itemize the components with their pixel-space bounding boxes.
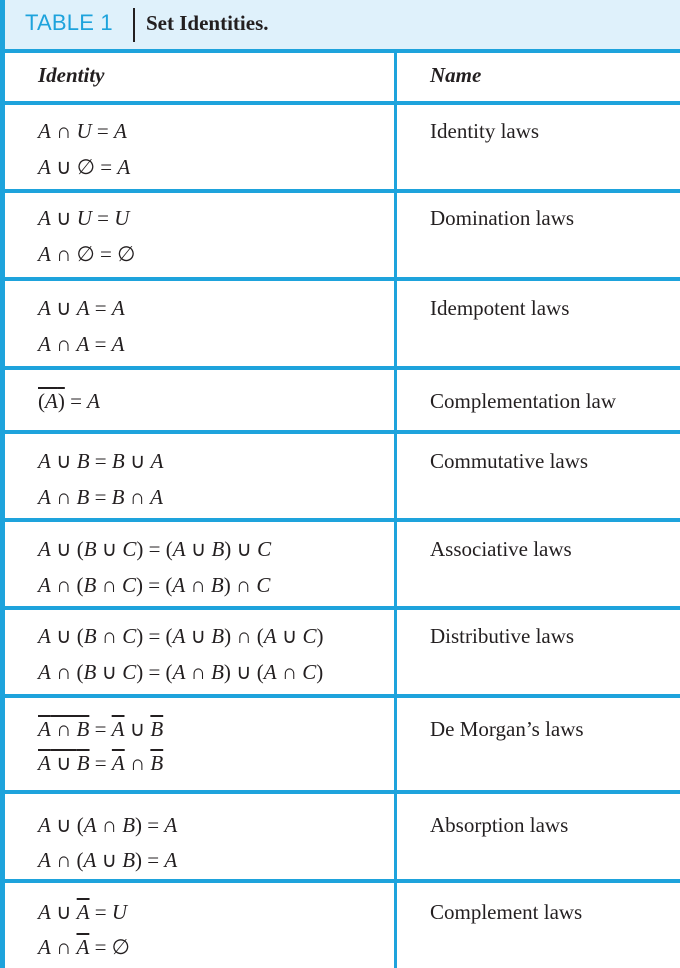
identity-formula: A ∩ U = A <box>38 119 127 143</box>
row-divider <box>0 606 680 610</box>
identity-formula: A ∩ ∅ = ∅ <box>38 242 136 266</box>
identity-formula: A ∪ ∅ = A <box>38 155 131 179</box>
table-label: TABLE 1 <box>25 10 113 35</box>
law-name: Absorption laws <box>430 813 569 837</box>
law-name: Distributive laws <box>430 624 575 648</box>
row-divider <box>0 49 680 53</box>
column-header-name: Name <box>430 63 482 87</box>
left-border <box>0 50 5 968</box>
identity-formula: A ∪ U = U <box>38 206 130 230</box>
identity-formula: A ∪ (A ∩ B) = A <box>38 813 178 837</box>
row-divider <box>0 879 680 883</box>
table-title-band: TABLE 1 Set Identities. <box>0 0 680 50</box>
row-divider <box>0 694 680 698</box>
law-name: Complementation law <box>430 389 617 413</box>
identity-formula: (A) = A <box>38 389 100 413</box>
identity-formula: A ∪ B = A ∩ B <box>38 751 164 775</box>
identity-formula: A ∪ B = B ∪ A <box>38 449 164 473</box>
identity-formula: A ∩ B = B ∩ A <box>38 485 163 509</box>
identity-formula: A ∩ (B ∩ C) = (A ∩ B) ∩ C <box>38 573 271 597</box>
identity-formula: A ∪ A = U <box>38 900 128 924</box>
law-name: Complement laws <box>430 900 583 924</box>
identity-formula: A ∩ (A ∪ B) = A <box>38 848 178 872</box>
law-name: De Morgan’s laws <box>430 717 584 741</box>
law-name: Domination laws <box>430 206 575 230</box>
identity-formula: A ∪ A = A <box>38 296 125 320</box>
row-divider <box>0 518 680 522</box>
law-name: Idempotent laws <box>430 296 570 320</box>
identity-formula: A ∩ B = A ∪ B <box>38 717 164 741</box>
column-header-identity: Identity <box>38 63 105 87</box>
law-name: Associative laws <box>430 537 572 561</box>
row-divider <box>0 430 680 434</box>
row-divider <box>0 790 680 794</box>
set-identities-table: TABLE 1 Set Identities. Identity Name A … <box>0 0 680 968</box>
law-name: Identity laws <box>430 119 540 143</box>
law-name: Commutative laws <box>430 449 589 473</box>
row-divider <box>0 189 680 193</box>
table-title: Set Identities. <box>146 11 269 35</box>
row-divider <box>0 101 680 105</box>
identity-formula: A ∪ (B ∩ C) = (A ∪ B) ∩ (A ∪ C) <box>38 624 324 648</box>
identity-formula: A ∩ A = ∅ <box>38 935 130 959</box>
title-separator <box>133 8 135 42</box>
identity-formula: A ∩ A = A <box>38 332 125 356</box>
row-divider <box>0 277 680 281</box>
identity-formula: A ∩ (B ∪ C) = (A ∩ B) ∪ (A ∩ C) <box>38 660 324 684</box>
row-divider <box>0 366 680 370</box>
identity-formula: A ∪ (B ∪ C) = (A ∪ B) ∪ C <box>38 537 272 561</box>
